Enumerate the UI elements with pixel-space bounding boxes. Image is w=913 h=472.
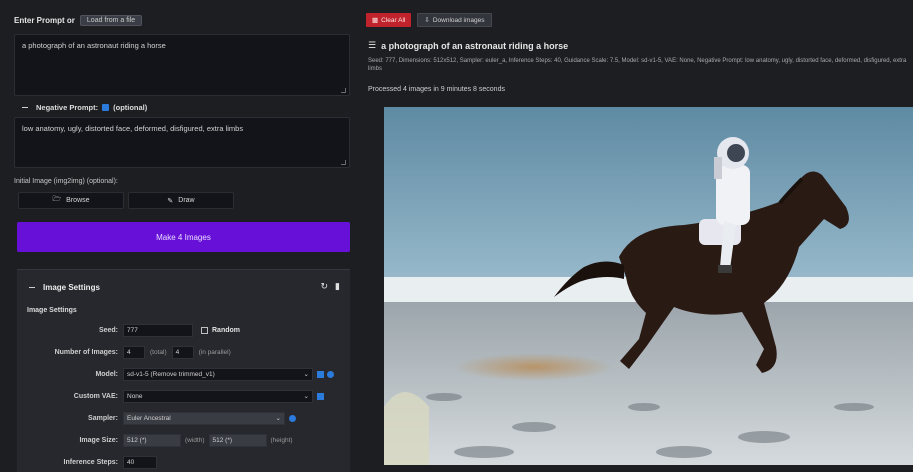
num-images-input[interactable]: 4 (123, 345, 145, 359)
model-select[interactable]: sd-v1-5 (Remove trimmed_v1) ⌄ (123, 367, 313, 381)
sampler-value: Euler Ancestral (127, 414, 171, 422)
download-images-button[interactable]: ⇩ Download images (417, 13, 492, 27)
chevron-down-icon: ⌄ (275, 415, 281, 422)
parallel-label: (in parallel) (198, 348, 231, 356)
result-title: ☰ a photograph of an astronaut riding a … (368, 40, 568, 51)
refresh-icon[interactable]: ↻ (321, 281, 329, 292)
editor-pane: Enter Prompt or Load from a file a photo… (0, 0, 358, 472)
prompt-text: a photograph of an astronaut riding a ho… (22, 41, 166, 50)
image-settings-title: Image Settings (43, 283, 100, 292)
browse-label: Browse (66, 197, 90, 204)
negative-prompt-text: low anatomy, ugly, distorted face, defor… (22, 124, 244, 133)
model-label: Model: (95, 370, 118, 378)
steps-row: Inference Steps: 40 (17, 455, 350, 469)
make-images-button[interactable]: Make 4 Images (17, 222, 350, 252)
trash-icon: ▩ (372, 17, 379, 24)
sampler-select[interactable]: Euler Ancestral ⌄ (123, 411, 285, 425)
negative-prompt-header[interactable]: Negative Prompt: (optional) (22, 101, 147, 113)
trash-icon[interactable]: ▮ (335, 281, 340, 292)
image-settings-subtitle: Image Settings (27, 307, 77, 314)
seed-label: Seed: (98, 326, 118, 334)
prompt-label: Enter Prompt or (14, 15, 75, 25)
load-from-file-button[interactable]: Load from a file (79, 14, 143, 26)
help-icon[interactable] (289, 414, 296, 422)
negative-prompt-optional: (optional) (113, 102, 148, 112)
width-select[interactable]: 512 (*) (123, 433, 181, 447)
clear-all-label: Clear All (381, 16, 406, 24)
result-time: Processed 4 images in 9 minutes 8 second… (368, 86, 505, 93)
sampler-label: Sampler: (88, 414, 118, 422)
resize-handle-icon[interactable] (341, 88, 346, 93)
width-label: (width) (185, 436, 205, 444)
vae-info-icon[interactable] (317, 392, 324, 400)
custom-vae-row: Custom VAE: None ⌄ (17, 389, 350, 403)
chevron-down-icon: ⌄ (303, 393, 309, 400)
collapse-icon[interactable] (22, 106, 28, 108)
random-label: Random (212, 326, 240, 334)
results-toolbar: ▩ Clear All ⇩ Download images (366, 13, 492, 27)
menu-icon[interactable]: ☰ (368, 40, 376, 51)
custom-vae-select[interactable]: None ⌄ (123, 389, 313, 403)
generated-image[interactable] (384, 107, 913, 465)
chevron-down-icon: ⌄ (303, 371, 309, 378)
generated-image-art (384, 107, 913, 465)
seed-input[interactable]: 777 (123, 323, 193, 337)
image-settings-panel: Image Settings ↻ ▮ Image Settings Seed: … (17, 269, 350, 472)
info-icon (102, 103, 110, 111)
num-images-label: Number of Images: (54, 348, 118, 356)
image-settings-header[interactable]: Image Settings (29, 283, 100, 292)
model-value: sd-v1-5 (Remove trimmed_v1) (127, 370, 215, 378)
results-pane: ▩ Clear All ⇩ Download images ☰ a photog… (358, 0, 913, 472)
download-images-label: Download images (432, 16, 485, 24)
browse-button[interactable]: 🗁 Browse (18, 192, 124, 209)
num-parallel-input[interactable]: 4 (171, 345, 194, 359)
help-icon[interactable] (327, 370, 334, 378)
resize-handle-icon[interactable] (341, 160, 346, 165)
negative-prompt-label: Negative Prompt: (36, 102, 99, 112)
clear-all-button[interactable]: ▩ Clear All (366, 13, 412, 27)
init-image-label: Initial Image (img2img) (optional): (14, 178, 118, 185)
image-icon[interactable] (317, 370, 324, 378)
steps-input[interactable]: 40 (123, 455, 157, 469)
pencil-icon: ✎ (167, 197, 174, 205)
result-meta: Seed: 777, Dimensions: 512x512, Sampler:… (368, 58, 907, 72)
total-label: (total) (150, 348, 167, 356)
random-checkbox[interactable] (201, 326, 208, 334)
negative-prompt-textarea[interactable]: low anatomy, ugly, distorted face, defor… (14, 117, 350, 168)
num-images-row: Number of Images: 4 (total) 4 (in parall… (17, 345, 350, 359)
image-size-row: Image Size: 512 (*) (width) 512 (*) (hei… (17, 433, 350, 447)
model-row: Model: sd-v1-5 (Remove trimmed_v1) ⌄ (17, 367, 350, 381)
custom-vae-value: None (127, 392, 143, 400)
settings-header-icons: ↻ ▮ (321, 281, 341, 292)
prompt-textarea[interactable]: a photograph of an astronaut riding a ho… (14, 34, 350, 96)
custom-vae-label: Custom VAE: (73, 392, 118, 400)
result-title-text: a photograph of an astronaut riding a ho… (381, 40, 569, 51)
height-label: (height) (270, 436, 293, 444)
prompt-header: Enter Prompt or Load from a file (14, 13, 143, 27)
seed-row: Seed: 777 Random (17, 323, 350, 337)
folder-icon: 🗁 (52, 196, 62, 203)
steps-label: Inference Steps: (63, 458, 118, 466)
sampler-row: Sampler: Euler Ancestral ⌄ (17, 411, 350, 425)
image-size-label: Image Size: (79, 436, 118, 444)
draw-button[interactable]: ✎ Draw (128, 192, 234, 209)
download-icon: ⇩ (424, 17, 430, 24)
collapse-icon[interactable] (29, 287, 35, 288)
height-select[interactable]: 512 (*) (208, 433, 267, 447)
draw-label: Draw (178, 197, 195, 204)
